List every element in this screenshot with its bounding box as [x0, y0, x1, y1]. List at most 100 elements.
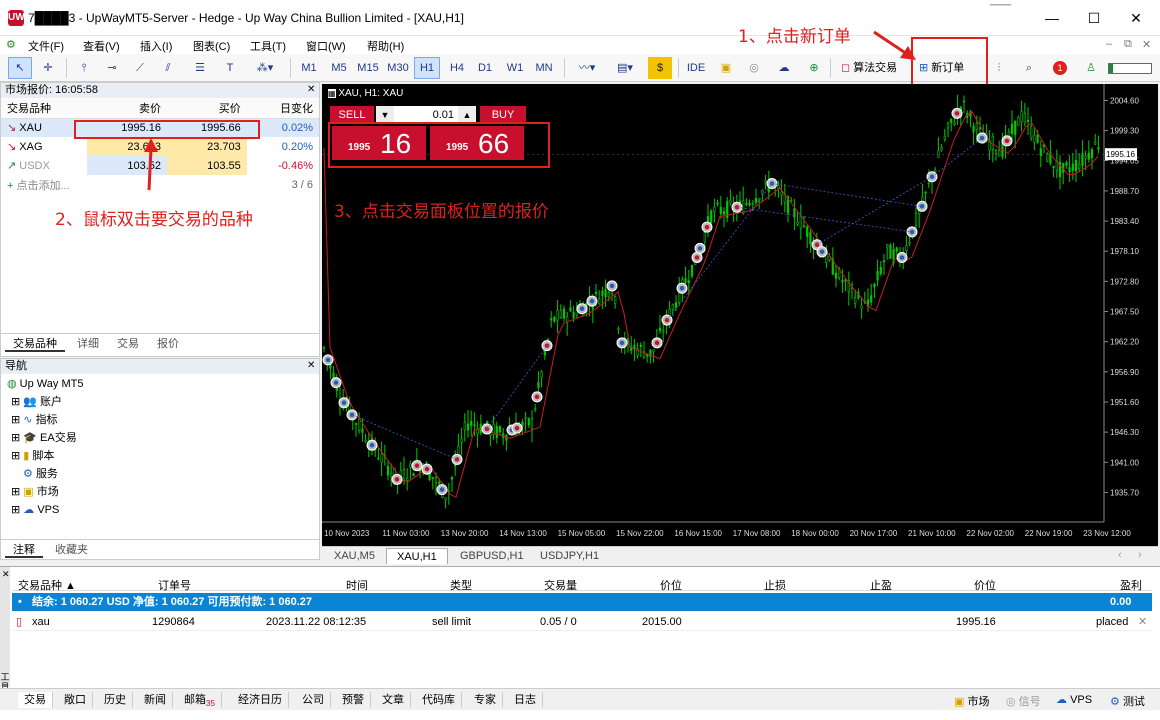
col-change[interactable]: 日变化 — [246, 99, 319, 119]
vertical-line-icon[interactable]: ⫯ — [72, 57, 96, 79]
order-close-icon[interactable]: ✕ — [1138, 613, 1147, 631]
text-tool-icon[interactable]: T — [218, 57, 242, 79]
candle-body — [998, 150, 1001, 157]
menu-window[interactable]: 窗口(W) — [306, 38, 346, 54]
add-symbol-label: 点击添加... — [16, 179, 70, 192]
add-symbol-row[interactable]: + 点击添加... 3 / 6 — [1, 175, 319, 194]
tf-d1[interactable]: D1 — [472, 57, 498, 79]
tab-calendar[interactable]: 经济日历 — [232, 692, 289, 708]
nav-services[interactable]: ⚙ 服务 — [23, 465, 58, 483]
col-symbol[interactable]: 交易品种 — [1, 99, 88, 119]
close-button[interactable]: ✕ — [1124, 8, 1148, 28]
table-row[interactable]: ↘ XAG 23.663 23.703 0.20% — [1, 137, 319, 156]
child-close-button[interactable]: ✕ — [1142, 38, 1151, 51]
chart-type-icon[interactable]: 〰▾ — [570, 57, 604, 79]
chart-tab-usdjpy-h1[interactable]: USDJPY,H1 — [530, 548, 609, 564]
menu-file[interactable]: 文件(F) — [28, 38, 64, 54]
tf-m30[interactable]: M30 — [384, 57, 412, 79]
tf-w1[interactable]: W1 — [502, 57, 528, 79]
nav-indicators[interactable]: ⊞ ∿ 指标 — [11, 411, 58, 429]
menu-tools[interactable]: 工具(T) — [250, 38, 286, 54]
tf-m1[interactable]: M1 — [296, 57, 322, 79]
chart-tab-xau-m5[interactable]: XAU,M5 — [324, 548, 385, 564]
nav-root[interactable]: ◍ Up Way MT5 — [7, 375, 83, 393]
dollar-icon[interactable]: $ — [648, 57, 672, 79]
shapes-menu-icon[interactable]: ⁂▾ — [248, 57, 282, 79]
tab-trading[interactable]: 交易 — [109, 336, 147, 352]
indicators-icon[interactable]: ▤▾ — [608, 57, 642, 79]
tab-news[interactable]: 新闻 — [138, 692, 173, 708]
tab-company[interactable]: 公司 — [296, 692, 331, 708]
order-row[interactable]: ▯ xau 1290864 2023.11.22 08:12:35 sell l… — [12, 613, 1152, 631]
maximize-button[interactable]: ☐ — [1082, 8, 1106, 28]
navigator-close-icon[interactable]: ✕ — [307, 360, 315, 371]
search-icon[interactable]: ⌕ — [1018, 57, 1040, 79]
tab-symbols[interactable]: 交易品种 — [5, 336, 65, 352]
notifications-icon[interactable]: 1 — [1046, 57, 1074, 79]
tab-ticks[interactable]: 报价 — [149, 336, 187, 352]
tab-codebase[interactable]: 代码库 — [416, 692, 462, 708]
minimize-button[interactable]: — — [1040, 8, 1064, 28]
table-row[interactable]: ↗ USDX 103.52 103.55 -0.46% — [1, 156, 319, 175]
child-restore-button[interactable]: ⧉ — [1124, 38, 1132, 51]
tf-mn[interactable]: MN — [530, 57, 558, 79]
tf-m5[interactable]: M5 — [326, 57, 352, 79]
market-bag-icon[interactable]: ▣ — [714, 57, 738, 79]
account-icon[interactable]: ♙ — [1080, 57, 1102, 79]
tf-h1[interactable]: H1 — [414, 57, 440, 79]
equidistant-channel-icon[interactable]: ⫽ — [156, 57, 180, 79]
tf-m15[interactable]: M15 — [354, 57, 382, 79]
menu-charts[interactable]: 图表(C) — [193, 38, 230, 54]
status-signals[interactable]: ◎ 信号 — [1006, 693, 1041, 709]
tf-h4[interactable]: H4 — [444, 57, 470, 79]
toolbox-close-icon[interactable]: ✕ — [2, 569, 10, 580]
col-ask[interactable]: 买价 — [167, 99, 247, 119]
tab-scroll-right-icon[interactable]: › — [1138, 549, 1142, 561]
tab-exposure[interactable]: 敞口 — [58, 692, 93, 708]
tab-articles[interactable]: 文章 — [376, 692, 411, 708]
ide-button[interactable]: IDE — [682, 57, 710, 79]
tab-mailbox[interactable]: 邮箱35 — [178, 692, 222, 708]
trendline-icon[interactable]: ⟋ — [128, 57, 152, 79]
cursor-tool-icon[interactable]: ↖ — [8, 57, 32, 79]
nav-experts[interactable]: ⊞ 🎓 EA交易 — [11, 429, 77, 447]
nav-market[interactable]: ⊞ ▣ 市场 — [11, 483, 59, 501]
menu-help[interactable]: 帮助(H) — [367, 38, 404, 54]
nav-vps[interactable]: ⊞ ☁ VPS — [11, 501, 59, 519]
order-volume: 0.05 / 0 — [540, 616, 577, 628]
tab-details[interactable]: 详细 — [69, 336, 107, 352]
market-watch-close-icon[interactable]: ✕ — [307, 84, 315, 95]
depth-of-market-icon[interactable]: ⫶ — [988, 57, 1010, 79]
chart-area[interactable]: 2004.60 1999.30 1994.05 1988.70 1983.40 1978.… — [322, 84, 1158, 546]
tab-common[interactable]: 注释 — [5, 542, 43, 558]
col-bid[interactable]: 卖价 — [87, 99, 168, 119]
crosshair-tool-icon[interactable]: ✛ — [36, 57, 60, 79]
tab-journal[interactable]: 日志 — [508, 692, 543, 708]
chart-tab-xau-h1[interactable]: XAU,H1 — [386, 548, 448, 564]
tab-history[interactable]: 历史 — [98, 692, 133, 708]
annotation-arrow-1 — [873, 30, 916, 60]
nav-scripts[interactable]: ⊞ ▮ 脚本 — [11, 447, 54, 465]
menu-view[interactable]: 查看(V) — [83, 38, 120, 54]
add-chart-icon[interactable]: ⊕ — [802, 57, 826, 79]
menu-insert[interactable]: 插入(I) — [140, 38, 172, 54]
tab-alerts[interactable]: 预警 — [336, 692, 371, 708]
horizontal-line-icon[interactable]: ⊸ — [100, 57, 124, 79]
balance-row[interactable]: • 结余: 1 060.27 USD 净值: 1 060.27 可用预付款: 1… — [12, 593, 1152, 611]
tab-scroll-left-icon[interactable]: ‹ — [1118, 549, 1122, 561]
nav-accounts[interactable]: ⊞ 👥 账户 — [11, 393, 62, 411]
tab-favorites[interactable]: 收藏夹 — [47, 542, 96, 558]
chart-tab-gbpusd-h1[interactable]: GBPUSD,H1 — [450, 548, 534, 564]
child-minimize-button[interactable]: – — [1106, 38, 1112, 50]
signals-icon[interactable]: ◎ — [742, 57, 766, 79]
tab-experts[interactable]: 专家 — [468, 692, 503, 708]
status-market[interactable]: ▣ 市场 — [954, 693, 989, 709]
globe-icon: ◍ — [7, 378, 17, 390]
trade-marker-dot — [325, 357, 331, 363]
fibonacci-icon[interactable]: ☰ — [188, 57, 212, 79]
tab-trade[interactable]: 交易 — [18, 692, 53, 708]
status-vps[interactable]: ☁ VPS — [1056, 693, 1092, 706]
status-tester[interactable]: ⚙ 测试 — [1110, 693, 1145, 709]
vps-cloud-icon[interactable]: ☁ — [772, 57, 796, 79]
price-tick-label: 1935.70 — [1110, 488, 1139, 497]
